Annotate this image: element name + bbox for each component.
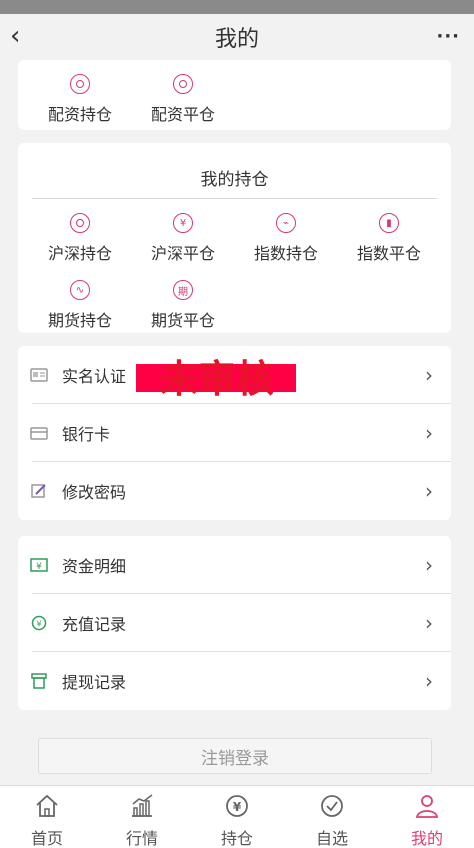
recharge-label: 充值记录 xyxy=(62,615,127,634)
trend-icon: ⌁ xyxy=(276,213,296,233)
chevron-right-icon: › xyxy=(425,611,433,635)
nav-bar: ‹ 我的 ··· xyxy=(0,14,474,60)
hs-close-button[interactable]: ¥ 沪深平仓 xyxy=(133,213,233,264)
bank-card-icon xyxy=(30,427,48,440)
futures-close-label: 期货平仓 xyxy=(150,311,215,330)
logout-button[interactable]: 注销登录 xyxy=(38,738,432,774)
wave-icon: ∿ xyxy=(70,280,90,300)
index-hold-button[interactable]: ⌁ 指数持仓 xyxy=(236,213,336,264)
hs-close-label: 沪深平仓 xyxy=(150,244,215,263)
hs-hold-label: 沪深持仓 xyxy=(47,244,112,263)
bank-card-row[interactable]: 银行卡 › xyxy=(18,404,451,462)
futures-close-button[interactable]: 期 期货平仓 xyxy=(133,280,233,331)
tab-label: 行情 xyxy=(125,829,158,848)
hs-hold-button[interactable]: 沪深持仓 xyxy=(30,213,130,264)
id-card-icon xyxy=(30,368,48,382)
edit-icon xyxy=(31,484,46,498)
tab-label: 自选 xyxy=(315,829,348,848)
chevron-left-icon[interactable]: ‹ xyxy=(10,22,20,50)
circle-icon xyxy=(173,74,193,94)
tab-label: 首页 xyxy=(30,829,63,848)
chevron-right-icon: › xyxy=(425,363,433,387)
margin-card: 配资持仓 配资平仓 xyxy=(18,60,451,130)
records-card: ¥ 资金明细 › ¥ 充值记录 › 提现记录 › xyxy=(18,536,451,710)
tab-bar: 首页 行情 ¥ 持仓 自选 我的 xyxy=(0,785,474,848)
chevron-right-icon: › xyxy=(425,421,433,445)
recharge-icon: ¥ xyxy=(31,615,47,631)
futures-hold-button[interactable]: ∿ 期货持仓 xyxy=(30,280,130,331)
recharge-row[interactable]: ¥ 充值记录 › xyxy=(18,594,451,652)
svg-text:¥: ¥ xyxy=(36,562,42,572)
tab-label: 持仓 xyxy=(220,829,253,848)
circle-icon xyxy=(70,74,90,94)
margin-hold-button[interactable]: 配资持仓 xyxy=(30,74,130,125)
page-title: 我的 xyxy=(214,27,259,52)
futures-icon: 期 xyxy=(173,280,193,300)
withdraw-label: 提现记录 xyxy=(62,673,127,692)
more-icon[interactable]: ··· xyxy=(436,26,460,47)
chevron-right-icon: › xyxy=(425,479,433,503)
money-icon: ¥ xyxy=(30,558,48,572)
status-stamp: 未审核 xyxy=(160,357,275,401)
tab-mine[interactable]: 我的 xyxy=(380,786,474,848)
withdraw-row[interactable]: 提现记录 › xyxy=(18,652,451,710)
holdings-title: 我的持仓 xyxy=(200,170,269,190)
yen-icon: ¥ xyxy=(226,795,248,817)
tab-home[interactable]: 首页 xyxy=(0,786,94,848)
futures-hold-label: 期货持仓 xyxy=(47,311,112,330)
holdings-card: 我的持仓 沪深持仓 ¥ 沪深平仓 ⌁ 指数持仓 ▮ 指数平仓 ∿ 期货持仓 期 … xyxy=(18,143,451,333)
margin-hold-label: 配资持仓 xyxy=(47,105,112,124)
status-bar xyxy=(0,0,474,14)
home-icon xyxy=(36,794,58,817)
withdraw-icon xyxy=(31,673,47,689)
tab-watchlist[interactable]: 自选 xyxy=(285,786,379,848)
fund-detail-row[interactable]: ¥ 资金明细 › xyxy=(18,536,451,594)
index-hold-label: 指数持仓 xyxy=(253,244,318,263)
index-close-button[interactable]: ▮ 指数平仓 xyxy=(339,213,439,264)
chevron-right-icon: › xyxy=(425,669,433,693)
index-close-label: 指数平仓 xyxy=(356,244,421,263)
margin-close-label: 配资平仓 xyxy=(150,105,215,124)
margin-close-button[interactable]: 配资平仓 xyxy=(133,74,233,125)
bank-card-label: 银行卡 xyxy=(62,425,111,444)
user-icon xyxy=(415,795,439,818)
tab-holdings[interactable]: ¥ 持仓 xyxy=(190,786,284,848)
chevron-right-icon: › xyxy=(425,553,433,577)
chart-icon xyxy=(132,794,153,817)
svg-text:¥: ¥ xyxy=(36,620,41,629)
fund-detail-label: 资金明细 xyxy=(62,557,127,576)
divider xyxy=(32,198,437,199)
circle-icon xyxy=(70,213,90,233)
tab-market[interactable]: 行情 xyxy=(95,786,189,848)
bar-chart-icon: ▮ xyxy=(379,213,399,233)
real-name-label: 实名认证 xyxy=(62,367,127,386)
change-password-label: 修改密码 xyxy=(62,483,127,502)
tab-label: 我的 xyxy=(410,829,443,848)
check-icon xyxy=(321,795,343,817)
change-password-row[interactable]: 修改密码 › xyxy=(18,462,451,520)
svg-text:¥: ¥ xyxy=(233,800,242,814)
yen-icon: ¥ xyxy=(173,213,193,233)
